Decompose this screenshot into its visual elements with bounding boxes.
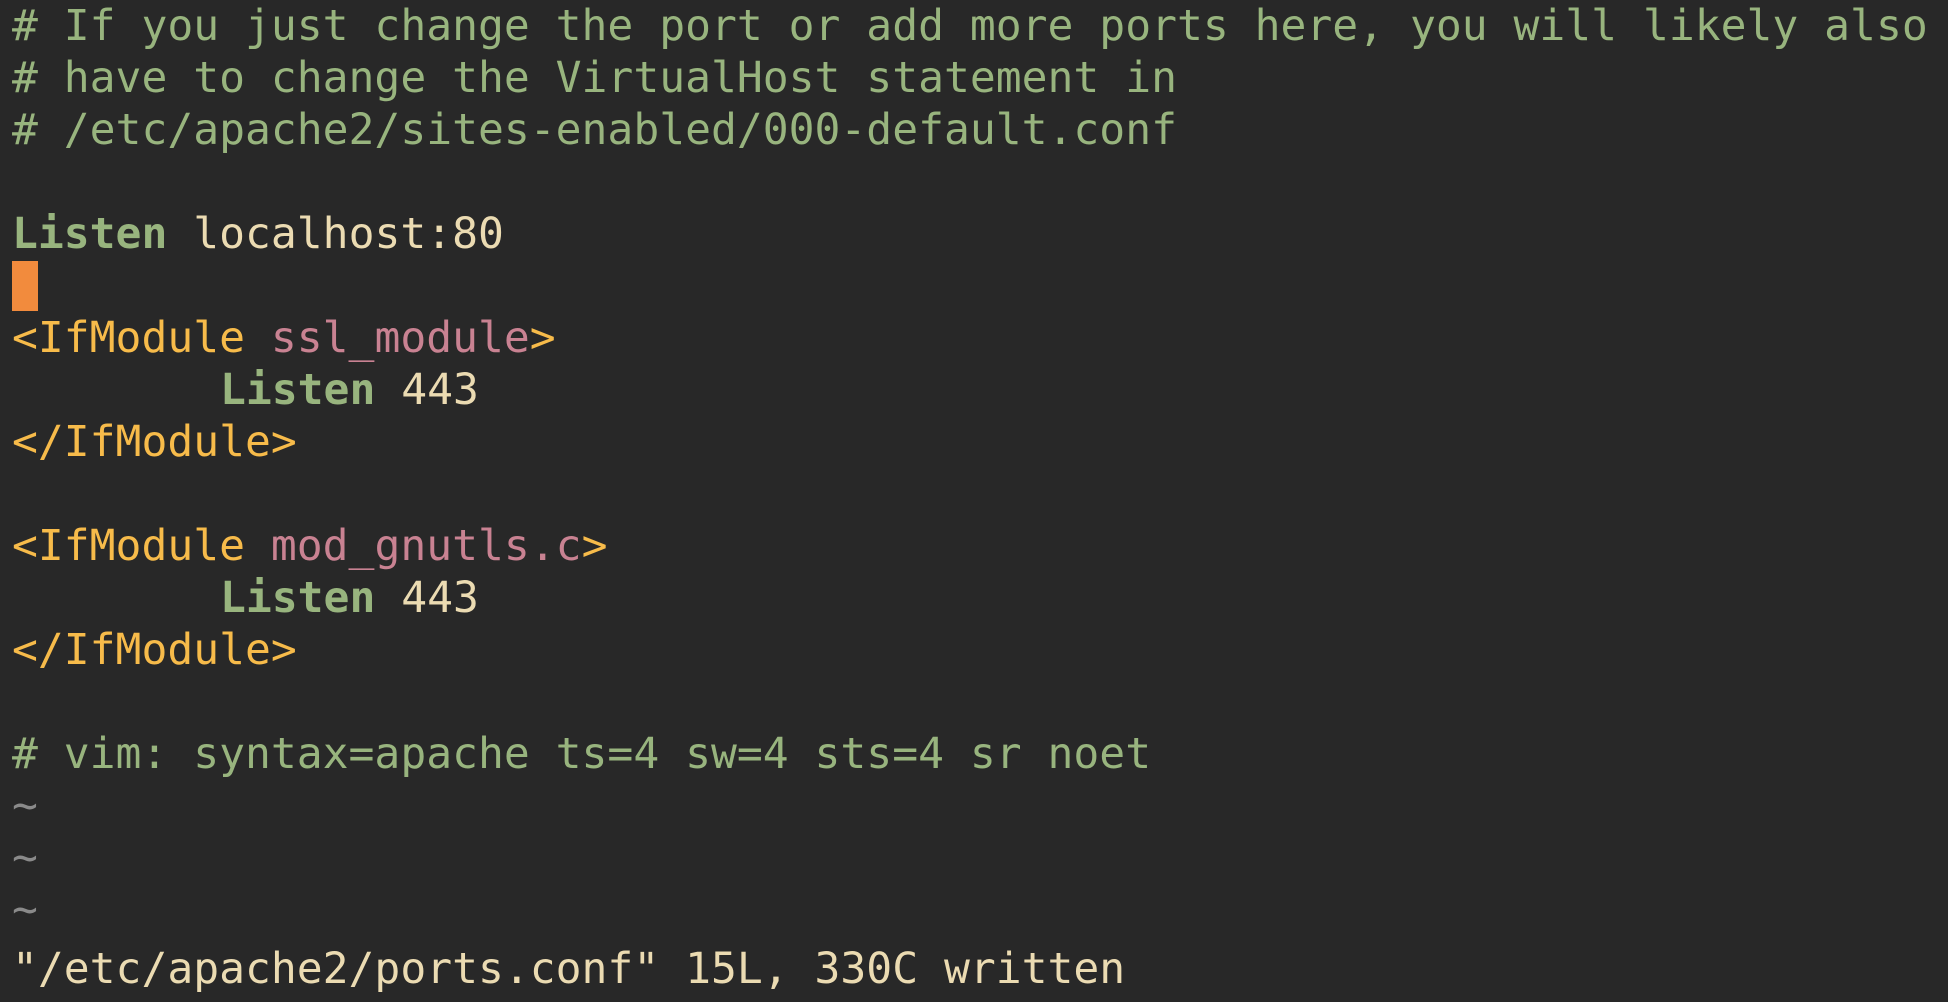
comment-line-1: # If you just change the port or add mor… xyxy=(12,1,1928,51)
ifmodule-open-tag-end: > xyxy=(529,313,556,363)
ifmodule-gnutls-close: </IfModule> xyxy=(12,625,297,675)
ifmodule-open-tag: <IfModule xyxy=(12,313,245,363)
listen-value: 443 xyxy=(401,365,479,415)
command-line-status: "/etc/apache2/ports.conf" 15L, 330C writ… xyxy=(12,944,1126,994)
ifmodule-open-tag-end: > xyxy=(581,521,608,571)
ifmodule-gnutls-open: <IfModule mod_gnutls.c> xyxy=(12,520,1948,572)
listen-keyword: Listen xyxy=(220,573,376,623)
text-cursor xyxy=(12,261,38,311)
listen-directive-line: Listen localhost:80 xyxy=(12,208,1948,260)
comment-line-3: # /etc/apache2/sites-enabled/000-default… xyxy=(12,105,1177,155)
vim-modeline: # vim: syntax=apache ts=4 sw=4 sts=4 sr … xyxy=(12,729,1152,779)
listen-keyword: Listen xyxy=(12,209,168,259)
ifmodule-ssl-open: <IfModule ssl_module> xyxy=(12,312,1948,364)
ssl-module-name: ssl_module xyxy=(270,313,530,363)
listen-value: 443 xyxy=(401,573,479,623)
ifmodule-ssl-close: </IfModule> xyxy=(12,417,297,467)
empty-line-marker: ~ xyxy=(12,781,38,831)
empty-line-marker: ~ xyxy=(12,833,38,883)
cursor-line[interactable] xyxy=(12,260,1948,312)
ifmodule-open-tag: <IfModule xyxy=(12,521,245,571)
gnutls-listen-line: Listen 443 xyxy=(12,572,1948,624)
text-buffer[interactable]: # If you just change the port or add mor… xyxy=(12,0,1948,936)
gnutls-module-name: mod_gnutls.c xyxy=(270,521,582,571)
listen-value: localhost:80 xyxy=(193,209,504,259)
ssl-listen-line: Listen 443 xyxy=(12,364,1948,416)
empty-line-marker: ~ xyxy=(12,885,38,935)
listen-keyword: Listen xyxy=(220,365,376,415)
comment-line-2: # have to change the VirtualHost stateme… xyxy=(12,53,1177,103)
vim-editor[interactable]: # If you just change the port or add mor… xyxy=(0,0,1948,1002)
